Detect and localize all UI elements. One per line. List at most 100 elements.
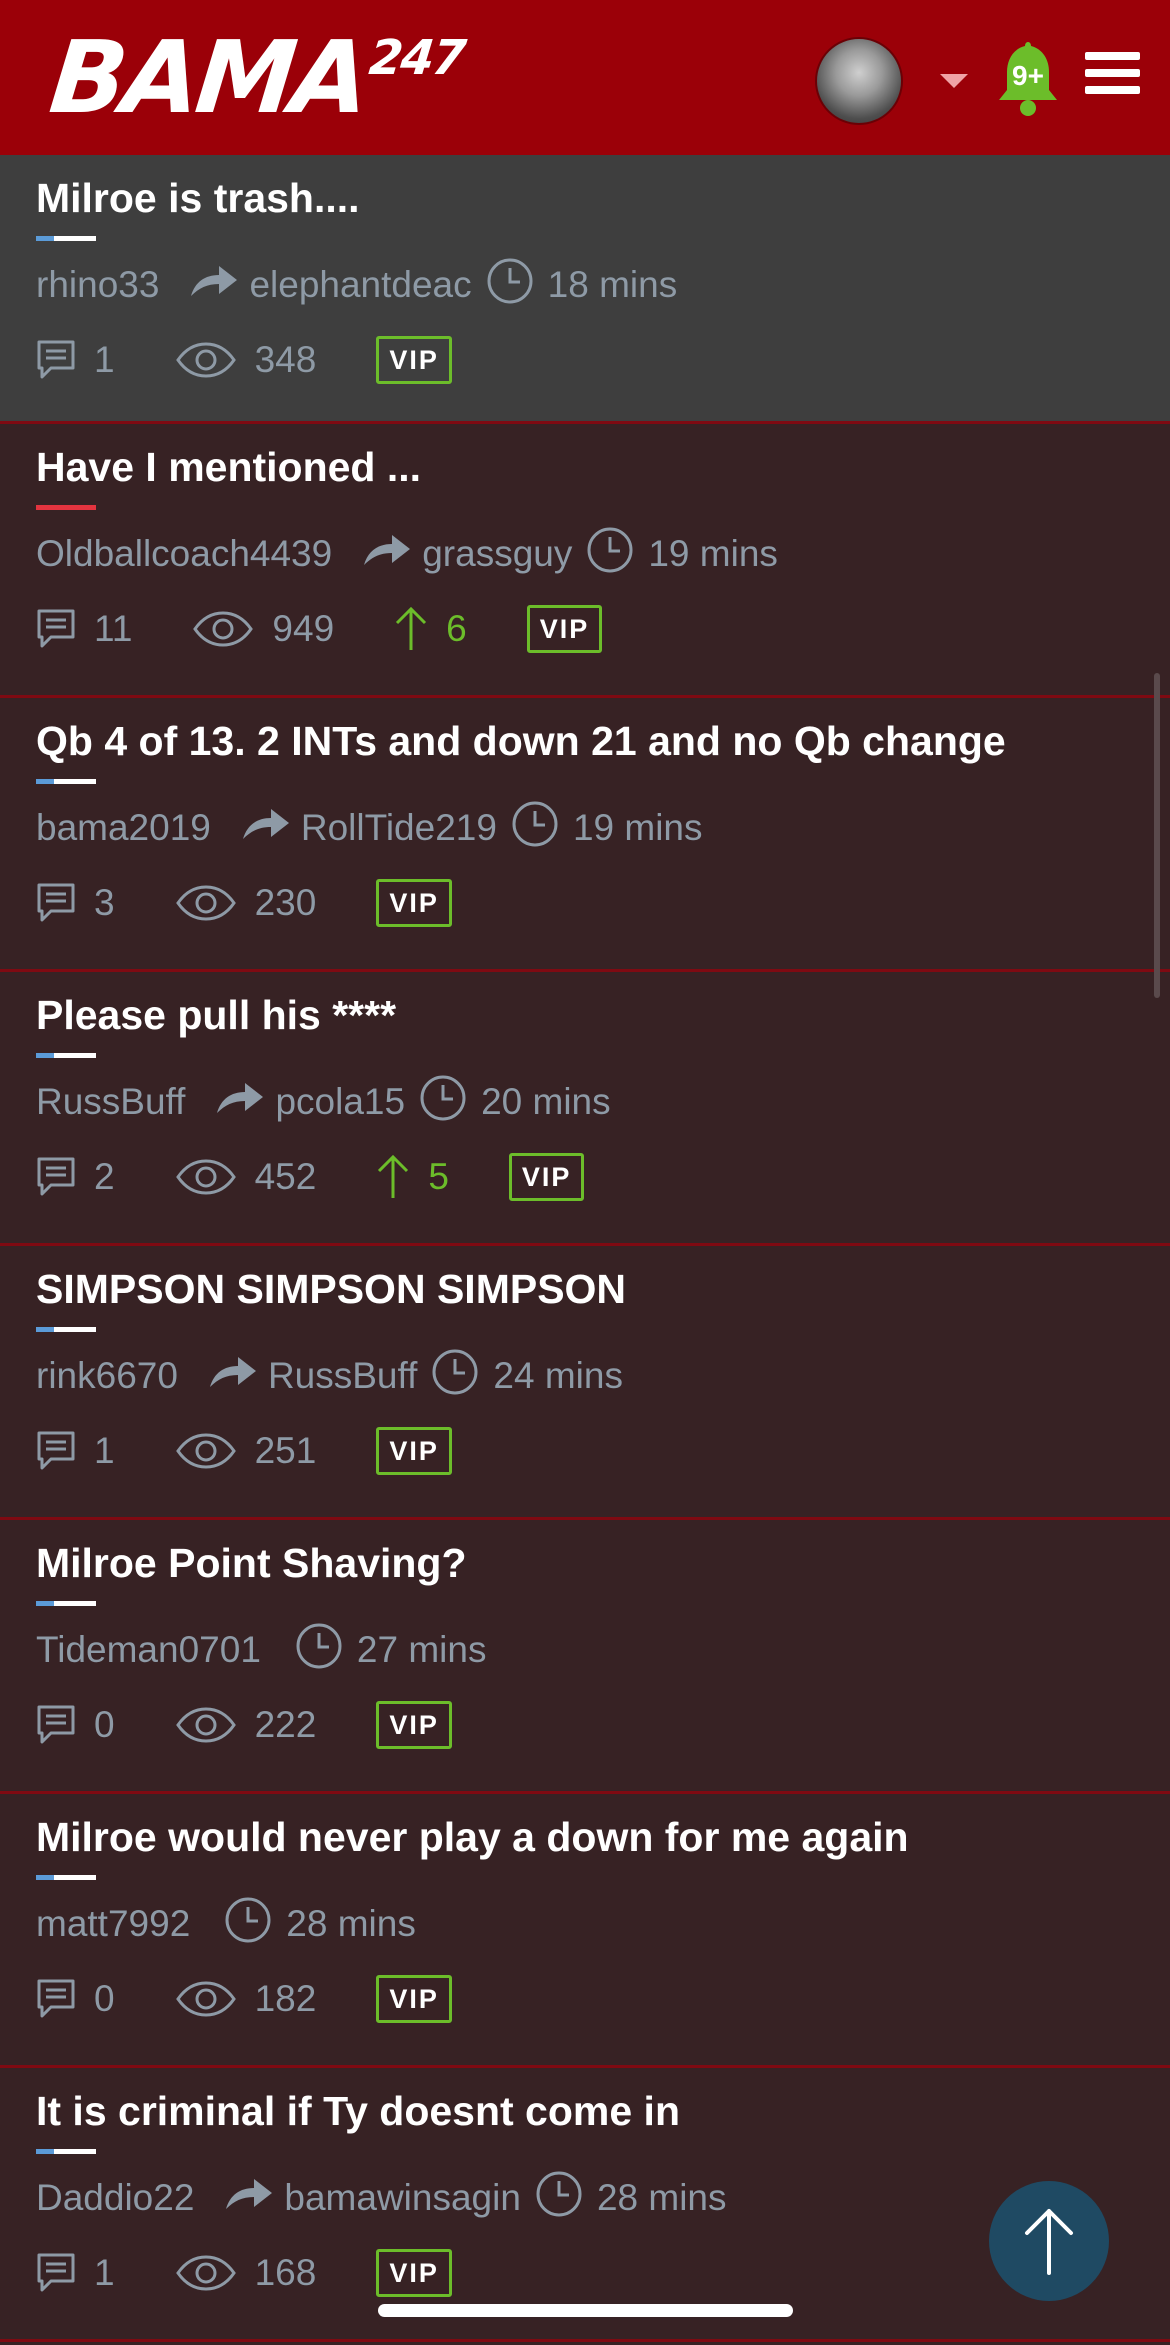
comment-icon [36, 1430, 94, 1472]
clock-icon [486, 257, 534, 314]
thread-stats: 1 251 VIP [36, 1421, 452, 1481]
vip-badge: VIP [526, 605, 603, 653]
thread-title[interactable]: Qb 4 of 13. 2 INTs and down 21 and no Qb… [36, 718, 1006, 765]
thread-author[interactable]: matt7992 [36, 1903, 190, 1945]
thread-author[interactable]: bama2019 [36, 807, 211, 849]
thread-item[interactable]: Milroe is trash.... rhino33 elephantdeac 18… [0, 155, 1170, 424]
site-logo[interactable]: BAMA247 [43, 18, 468, 156]
thread-stats: 0 182 VIP [36, 1969, 452, 2029]
thread-author[interactable]: rink6670 [36, 1355, 178, 1397]
eye-icon [175, 1158, 255, 1196]
thread-meta: Oldballcoach4439 grassguy 19 mins [36, 524, 778, 584]
clock-icon [419, 1074, 467, 1131]
thread-title[interactable]: SIMPSON SIMPSON SIMPSON [36, 1266, 626, 1313]
title-accent-bar [36, 1875, 96, 1880]
arrow-up-icon [1025, 2209, 1073, 2275]
reply-count-value: 2 [94, 1156, 115, 1197]
vip-badge: VIP [376, 1427, 452, 1475]
thread-item[interactable]: Milroe would never play a down for me ag… [0, 1794, 1170, 2068]
upvote-count: 6 [394, 606, 467, 652]
thread-item[interactable]: Milroe Point Shaving? Tideman0701 27 mins 0… [0, 1520, 1170, 1794]
thread-item[interactable]: It is criminal if Ty doesnt come in Daddi… [0, 2068, 1170, 2342]
logo-superscript: 247 [366, 30, 467, 86]
thread-author[interactable]: Tideman0701 [36, 1629, 261, 1671]
thread-author[interactable]: Daddio22 [36, 2177, 194, 2219]
clock-icon [224, 1896, 272, 1953]
reply-arrow-icon [241, 807, 291, 850]
last-reply-user[interactable]: RollTide219 [301, 807, 497, 849]
thread-meta: Tideman0701 27 mins [36, 1620, 486, 1680]
view-count-value: 222 [254, 1704, 317, 1745]
title-accent-bar [36, 1601, 96, 1606]
reply-arrow-icon [208, 1355, 258, 1398]
thread-item[interactable]: Qb 4 of 13. 2 INTs and down 21 and no Qb… [0, 698, 1170, 972]
eye-icon [175, 2254, 255, 2292]
arrow-up-icon [376, 1154, 428, 1200]
clock-icon [431, 1348, 479, 1405]
thread-stats: 0 222 VIP [36, 1695, 452, 1755]
last-reply-user[interactable]: grassguy [422, 533, 572, 575]
last-reply-user[interactable]: pcola15 [275, 1081, 405, 1123]
last-reply-user[interactable]: bamawinsagin [284, 2177, 521, 2219]
reply-arrow-icon [189, 264, 239, 307]
thread-time: 19 mins [648, 533, 778, 574]
reply-count-value: 1 [94, 1430, 115, 1471]
reply-arrow-icon [224, 2177, 274, 2220]
reply-count: 1 [36, 1430, 115, 1472]
view-count-value: 230 [254, 882, 317, 923]
thread-title[interactable]: Milroe is trash.... [36, 175, 360, 222]
last-reply-user[interactable]: RussBuff [268, 1355, 417, 1397]
hamburger-menu-icon[interactable] [1085, 52, 1140, 98]
thread-meta: rhino33 elephantdeac 18 mins [36, 255, 677, 315]
eye-icon [175, 1432, 255, 1470]
scroll-to-top-button[interactable] [989, 2181, 1109, 2301]
thread-title[interactable]: Milroe Point Shaving? [36, 1540, 467, 1587]
thread-author[interactable]: rhino33 [36, 264, 159, 306]
last-reply-user[interactable]: elephantdeac [249, 264, 471, 306]
eye-icon [175, 884, 255, 922]
eye-icon [175, 341, 255, 379]
comment-icon [36, 1704, 94, 1746]
thread-stats: 2 452 5 VIP [36, 1147, 585, 1207]
thread-stats: 1 348 VIP [36, 330, 452, 390]
reply-count: 3 [36, 882, 115, 924]
thread-list: Milroe is trash.... rhino33 elephantdeac 18… [0, 155, 1170, 2342]
upvote-count-value: 6 [446, 608, 467, 649]
vip-badge: VIP [376, 879, 452, 927]
thread-stats: 11 949 6 VIP [36, 599, 603, 659]
thread-time: 28 mins [596, 2177, 727, 2218]
chevron-down-icon[interactable] [940, 74, 968, 88]
thread-title[interactable]: Milroe would never play a down for me ag… [36, 1814, 909, 1861]
reply-count-value: 0 [94, 1978, 115, 2019]
title-accent-bar [36, 505, 96, 510]
view-count: 452 [175, 1156, 316, 1198]
vip-badge: VIP [376, 1975, 452, 2023]
reply-arrow-icon [215, 1081, 265, 1124]
view-count-value: 348 [254, 339, 317, 380]
thread-item[interactable]: Please pull his **** RussBuff pcola15 20 mi… [0, 972, 1170, 1246]
reply-count: 0 [36, 1978, 115, 2020]
reply-count: 0 [36, 1704, 115, 1746]
thread-title[interactable]: It is criminal if Ty doesnt come in [36, 2088, 680, 2135]
reply-arrow-icon [362, 533, 412, 576]
thread-title[interactable]: Have I mentioned ... [36, 444, 421, 491]
clock-icon [511, 800, 559, 857]
comment-icon [36, 2252, 94, 2294]
thread-time: 18 mins [547, 264, 678, 305]
thread-title[interactable]: Please pull his **** [36, 992, 396, 1039]
view-count: 348 [175, 339, 317, 381]
reply-count-value: 0 [94, 1704, 115, 1745]
thread-time: 20 mins [481, 1081, 611, 1122]
user-avatar[interactable] [815, 37, 903, 125]
thread-time: 27 mins [356, 1629, 487, 1670]
eye-icon [192, 610, 272, 648]
comment-icon [36, 1978, 94, 2020]
comment-icon [36, 339, 94, 381]
reply-count-value: 1 [94, 339, 115, 380]
thread-item[interactable]: SIMPSON SIMPSON SIMPSON rink6670 RussBuff 2… [0, 1246, 1170, 1520]
thread-author[interactable]: Oldballcoach4439 [36, 533, 332, 575]
scrollbar[interactable] [1154, 673, 1160, 998]
thread-author[interactable]: RussBuff [36, 1081, 185, 1123]
thread-item[interactable]: Have I mentioned ... Oldballcoach4439 gras… [0, 424, 1170, 698]
upvote-count: 5 [376, 1154, 449, 1200]
